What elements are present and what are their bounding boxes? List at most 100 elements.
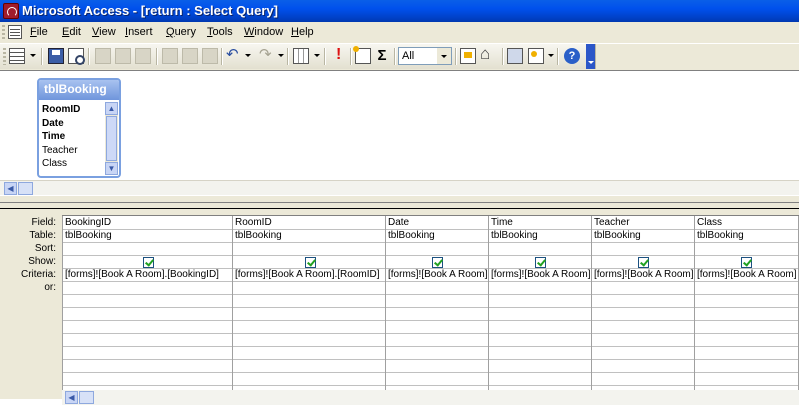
query-type-icon[interactable] <box>293 48 309 64</box>
run-icon[interactable] <box>331 46 347 64</box>
grid-column: Class tblBooking [forms]![Book A Room] <box>694 216 799 399</box>
row-label-or: or: <box>44 282 56 293</box>
table-cell[interactable]: tblBooking <box>388 230 435 241</box>
toolbar-options-chevron-icon[interactable] <box>586 44 595 69</box>
totals-icon[interactable]: Σ <box>374 48 390 64</box>
redo-icon[interactable] <box>258 45 274 64</box>
pane-splitter[interactable] <box>0 195 799 203</box>
show-checkbox[interactable] <box>535 257 546 268</box>
query-type-dropdown-arrow[interactable] <box>314 54 320 57</box>
grid-column: Date tblBooking [forms]![Book A Room] <box>385 216 489 399</box>
field-list-item[interactable]: Teacher <box>42 144 105 158</box>
undo-icon[interactable] <box>225 45 241 64</box>
scroll-left-icon[interactable]: ◀ <box>4 182 17 195</box>
field-cell[interactable]: RoomID <box>235 217 272 228</box>
row-label-field: Field: <box>31 217 56 228</box>
access-app-icon[interactable] <box>3 3 19 19</box>
grid-column: BookingID tblBooking [forms]![Book A Roo… <box>62 216 233 399</box>
field-list-item[interactable]: Class <box>42 157 105 171</box>
window-title: Microsoft Access - [return : Select Quer… <box>22 3 278 18</box>
cut-icon[interactable] <box>162 48 178 64</box>
show-table-icon[interactable] <box>353 46 371 64</box>
field-list-title[interactable]: tblBooking <box>39 80 119 100</box>
print-preview-icon[interactable] <box>115 48 131 64</box>
query-design-toolbar: Σ All ? <box>0 44 596 69</box>
criteria-cell[interactable]: [forms]![Book A Room].[BookingID] <box>65 269 219 280</box>
scroll-thumb[interactable] <box>18 182 33 195</box>
field-cell[interactable]: BookingID <box>65 217 111 228</box>
database-window-icon[interactable] <box>507 48 523 64</box>
criteria-cell[interactable]: [forms]![Book A Room] <box>388 269 488 280</box>
top-values-value: All <box>402 50 415 62</box>
properties-icon[interactable] <box>460 48 476 64</box>
scroll-down-icon[interactable]: ▼ <box>105 162 118 175</box>
field-list-item[interactable]: RoomID <box>42 103 105 117</box>
help-icon[interactable]: ? <box>564 48 580 64</box>
menu-insert[interactable]: Insert <box>125 26 153 38</box>
table-cell[interactable]: tblBooking <box>65 230 112 241</box>
scroll-up-icon[interactable]: ▲ <box>105 102 118 115</box>
criteria-cell[interactable]: [forms]![Book A Room] <box>594 269 694 280</box>
top-values-dropdown-arrow[interactable] <box>437 48 451 64</box>
save-icon[interactable] <box>48 48 64 64</box>
title-bar: Microsoft Access - [return : Select Quer… <box>0 0 799 22</box>
criteria-cell[interactable]: [forms]![Book A Room].[RoomID] <box>235 269 380 280</box>
scroll-thumb[interactable] <box>106 116 117 161</box>
show-checkbox[interactable] <box>638 257 649 268</box>
menu-tools[interactable]: Tools <box>207 26 233 38</box>
top-values-combo[interactable]: All <box>398 47 452 65</box>
table-cell[interactable]: tblBooking <box>697 230 744 241</box>
view-dropdown-arrow[interactable] <box>30 54 36 57</box>
menu-query[interactable]: Query <box>166 26 196 38</box>
field-list-item[interactable]: Time <box>42 130 105 144</box>
grid-scrollbar[interactable]: ◀ <box>62 390 799 405</box>
show-checkbox[interactable] <box>305 257 316 268</box>
copy-icon[interactable] <box>182 48 198 64</box>
row-label-criteria: Criteria: <box>20 269 56 280</box>
menu-window[interactable]: Window <box>244 26 283 38</box>
field-list-item[interactable]: Date <box>42 117 105 131</box>
toolbar-grip-handle[interactable] <box>3 48 6 65</box>
criteria-cell[interactable]: [forms]![Book A Room] <box>491 269 591 280</box>
field-list-scrollbar[interactable]: ▲ ▼ <box>105 102 118 175</box>
undo-dropdown-arrow[interactable] <box>245 54 251 57</box>
print-icon[interactable] <box>95 48 111 64</box>
show-checkbox[interactable] <box>741 257 752 268</box>
table-cell[interactable]: tblBooking <box>594 230 641 241</box>
menu-edit[interactable]: Edit <box>62 26 81 38</box>
spelling-icon[interactable] <box>135 48 151 64</box>
menu-file[interactable]: File <box>30 26 48 38</box>
scroll-thumb[interactable] <box>79 391 94 404</box>
new-object-dropdown-arrow[interactable] <box>548 54 554 57</box>
menu-view[interactable]: View <box>92 26 116 38</box>
field-cell[interactable]: Time <box>491 217 513 228</box>
search-icon[interactable] <box>68 48 85 65</box>
view-icon[interactable] <box>9 48 25 64</box>
table-pane: tblBooking RoomID Date Time Teacher Clas… <box>0 70 799 196</box>
table-cell[interactable]: tblBooking <box>235 230 282 241</box>
show-checkbox[interactable] <box>432 257 443 268</box>
new-object-icon[interactable] <box>528 48 544 64</box>
grid-column: RoomID tblBooking [forms]![Book A Room].… <box>232 216 386 399</box>
column-selector-bar[interactable] <box>62 209 799 216</box>
show-checkbox[interactable] <box>143 257 154 268</box>
menu-bar: File Edit View Insert Query Tools Window… <box>0 22 799 44</box>
criteria-cell[interactable]: [forms]![Book A Room] <box>697 269 797 280</box>
table-pane-scrollbar[interactable]: ◀ <box>0 180 799 196</box>
table-field-list[interactable]: tblBooking RoomID Date Time Teacher Clas… <box>37 78 121 178</box>
menu-grip-handle[interactable] <box>2 25 5 40</box>
field-cell[interactable]: Date <box>388 217 409 228</box>
field-cell[interactable]: Class <box>697 217 722 228</box>
menu-help[interactable]: Help <box>291 26 314 38</box>
builder-icon[interactable] <box>480 44 496 64</box>
field-list-items: RoomID Date Time Teacher Class <box>42 103 105 175</box>
query-window-icon[interactable] <box>8 25 22 39</box>
scroll-left-icon[interactable]: ◀ <box>65 391 78 404</box>
field-cell[interactable]: Teacher <box>594 217 630 228</box>
row-label-show: Show: <box>28 256 56 267</box>
grid-row-labels: Field: Table: Sort: Show: Criteria: or: <box>0 209 63 399</box>
table-cell[interactable]: tblBooking <box>491 230 538 241</box>
paste-icon[interactable] <box>202 48 218 64</box>
grid-column: Time tblBooking [forms]![Book A Room] <box>488 216 592 399</box>
redo-dropdown-arrow[interactable] <box>278 54 284 57</box>
